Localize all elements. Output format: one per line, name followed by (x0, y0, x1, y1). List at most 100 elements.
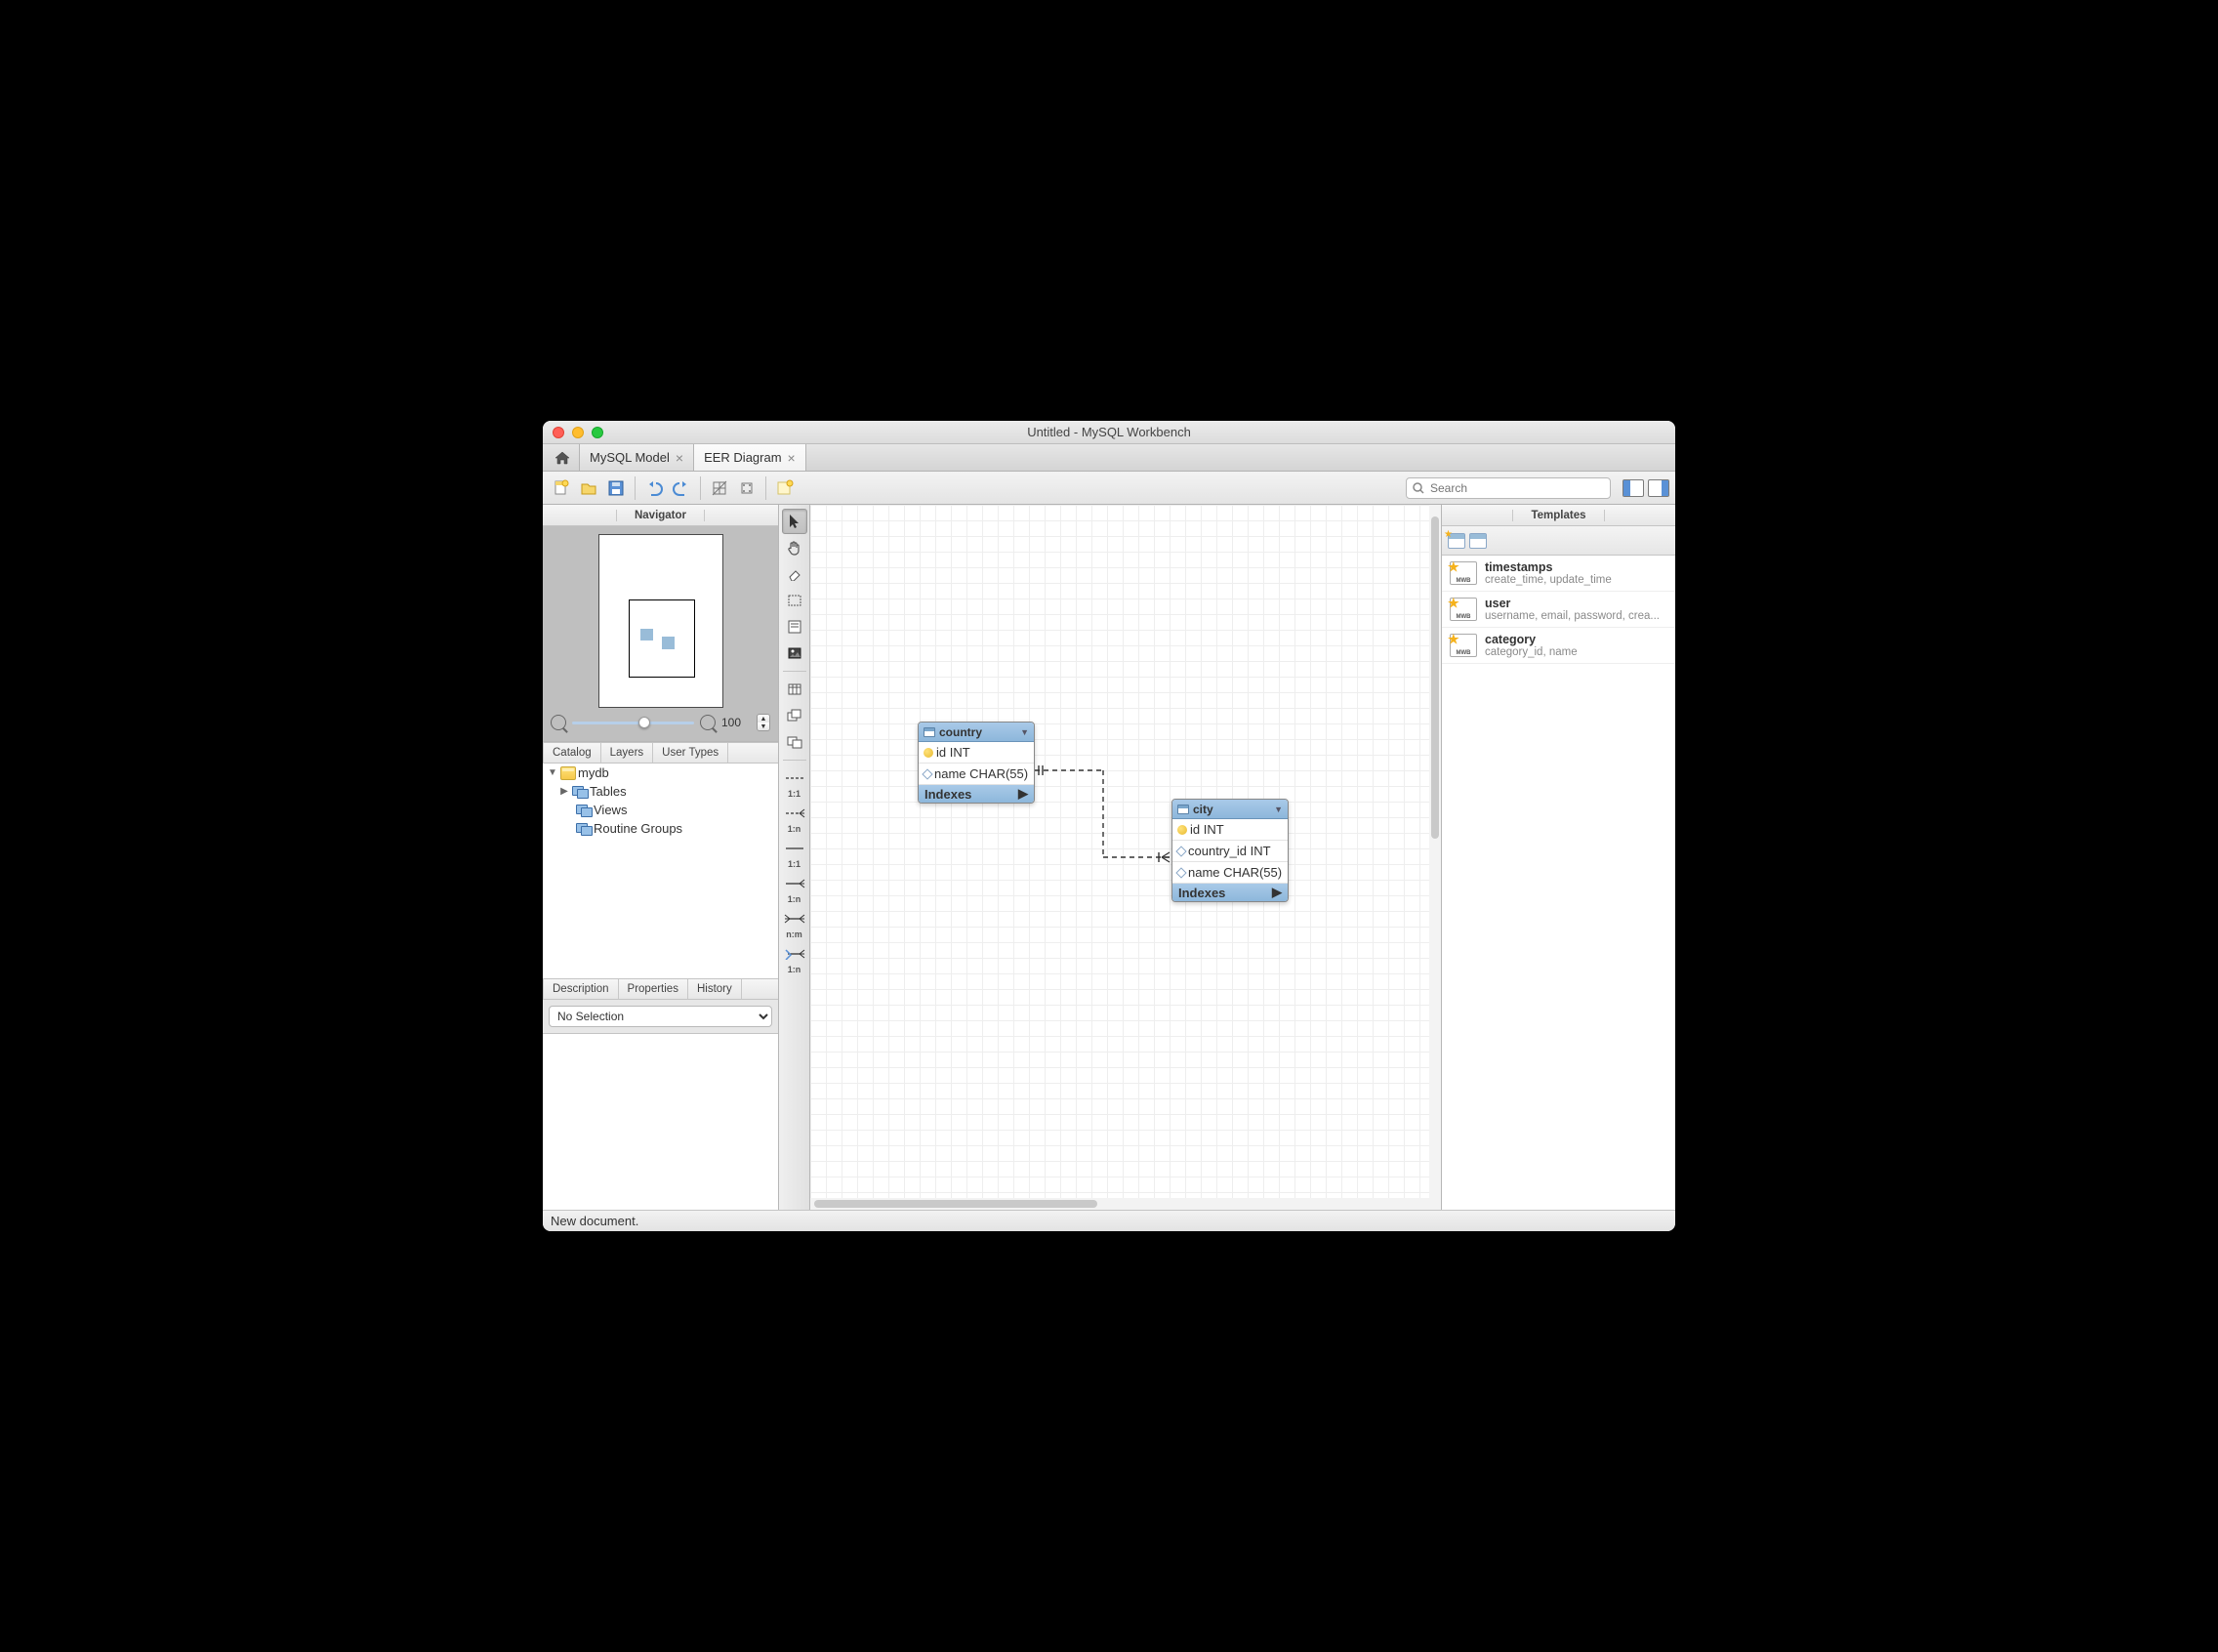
rel-existing-tool[interactable] (782, 941, 807, 967)
key-icon (1177, 825, 1187, 835)
new-note-button[interactable] (772, 475, 798, 501)
new-file-button[interactable] (549, 475, 574, 501)
rel-1-1-nonid-tool[interactable] (782, 765, 807, 791)
indexes-row[interactable]: Indexes▶ (919, 785, 1034, 803)
tab-history[interactable]: History (688, 979, 742, 999)
mini-entity (640, 629, 653, 640)
column-row[interactable]: country_id INT (1172, 841, 1288, 862)
save-file-button[interactable] (603, 475, 629, 501)
tab-layers[interactable]: Layers (601, 743, 654, 763)
mwb-icon: MWB (1450, 634, 1477, 657)
rel-label: 1:n (788, 824, 801, 834)
routine-tool[interactable] (782, 729, 807, 755)
page-thumbnail (598, 534, 723, 708)
entity-city[interactable]: city▼ id INT country_id INT name CHAR(55… (1171, 799, 1289, 902)
table-tool[interactable] (782, 677, 807, 702)
tree-item-views[interactable]: Views (543, 801, 778, 819)
entity-country[interactable]: country▼ id INT name CHAR(55) Indexes▶ (918, 722, 1035, 804)
open-template-button[interactable] (1469, 533, 1487, 549)
folder-icon (576, 823, 592, 835)
close-icon[interactable]: × (676, 450, 683, 466)
slider-thumb[interactable] (638, 717, 650, 728)
tab-description[interactable]: Description (543, 979, 619, 999)
zoom-out-icon[interactable] (551, 715, 566, 730)
view-tool[interactable] (782, 703, 807, 728)
navigator-tab[interactable]: Navigator (616, 510, 705, 521)
open-file-button[interactable] (576, 475, 601, 501)
template-toolbar: ★ (1442, 526, 1675, 556)
column-row[interactable]: id INT (919, 742, 1034, 764)
home-tab[interactable] (545, 444, 580, 471)
template-item-timestamps[interactable]: MWB timestampscreate_time, update_time (1442, 556, 1675, 592)
status-bar: New document. (543, 1210, 1675, 1231)
scroll-thumb[interactable] (814, 1200, 1097, 1208)
pointer-tool[interactable] (782, 509, 807, 534)
titlebar[interactable]: Untitled - MySQL Workbench (543, 421, 1675, 444)
rel-n-m-tool[interactable] (782, 906, 807, 931)
tab-catalog[interactable]: Catalog (543, 743, 601, 763)
diagram-canvas[interactable]: country▼ id INT name CHAR(55) Indexes▶ c… (810, 505, 1441, 1210)
collapse-icon[interactable]: ▼ (1020, 727, 1029, 737)
column-row[interactable]: id INT (1172, 819, 1288, 841)
rel-label: 1:1 (788, 859, 801, 869)
zoom-stepper[interactable]: ▲▼ (757, 714, 770, 731)
rel-label: 1:n (788, 894, 801, 904)
toggle-left-panel-button[interactable] (1622, 479, 1644, 497)
close-icon[interactable]: × (788, 450, 796, 466)
column-icon (922, 768, 932, 779)
search-box[interactable] (1406, 477, 1611, 499)
tree-item-db[interactable]: ▼mydb (543, 764, 778, 782)
scroll-thumb[interactable] (1431, 516, 1439, 839)
redo-button[interactable] (669, 475, 694, 501)
template-item-category[interactable]: MWB categorycategory_id, name (1442, 628, 1675, 664)
note-tool[interactable] (782, 614, 807, 640)
template-item-user[interactable]: MWB userusername, email, password, crea.… (1442, 592, 1675, 628)
zoom-in-icon[interactable] (700, 715, 716, 730)
folder-icon (572, 786, 588, 798)
main-toolbar (543, 472, 1675, 505)
table-icon (924, 727, 935, 737)
tree-item-tables[interactable]: ▶Tables (543, 782, 778, 801)
description-tabs: Description Properties History (543, 978, 778, 1000)
template-list: MWB timestampscreate_time, update_time M… (1442, 556, 1675, 1210)
search-input[interactable] (1430, 481, 1604, 495)
undo-button[interactable] (641, 475, 667, 501)
tab-eer-diagram[interactable]: EER Diagram × (694, 444, 806, 471)
toggle-right-panel-button[interactable] (1648, 479, 1669, 497)
right-sidebar: Templates ★ MWB timestampscreate_time, u… (1441, 505, 1675, 1210)
home-icon (554, 450, 571, 466)
indexes-row[interactable]: Indexes▶ (1172, 884, 1288, 901)
selection-dropdown[interactable]: No Selection (549, 1006, 772, 1027)
zoom-slider[interactable] (572, 722, 694, 724)
eraser-tool[interactable] (782, 561, 807, 587)
column-icon (1175, 846, 1186, 856)
collapse-icon[interactable]: ▼ (1274, 805, 1283, 814)
grid-toggle-button[interactable] (707, 475, 732, 501)
relationship-line[interactable] (1035, 764, 1176, 862)
vertical-scrollbar[interactable] (1429, 505, 1441, 1210)
align-toggle-button[interactable] (734, 475, 760, 501)
app-window: Untitled - MySQL Workbench MySQL Model ×… (543, 421, 1675, 1231)
tab-user-types[interactable]: User Types (653, 743, 728, 763)
new-template-button[interactable]: ★ (1448, 533, 1465, 549)
rel-1-n-id-tool[interactable] (782, 871, 807, 896)
tab-mysql-model[interactable]: MySQL Model × (580, 444, 694, 471)
status-text: New document. (551, 1214, 638, 1228)
rel-1-n-nonid-tool[interactable] (782, 801, 807, 826)
image-tool[interactable] (782, 640, 807, 666)
catalog-tree[interactable]: ▼mydb ▶Tables Views Routine Groups (543, 764, 778, 978)
catalog-tabs: Catalog Layers User Types (543, 742, 778, 764)
tab-label: EER Diagram (704, 450, 781, 465)
layer-tool[interactable] (782, 588, 807, 613)
templates-tab[interactable]: Templates (1512, 510, 1604, 521)
rel-1-1-id-tool[interactable] (782, 836, 807, 861)
column-row[interactable]: name CHAR(55) (1172, 862, 1288, 884)
horizontal-scrollbar[interactable] (810, 1198, 1429, 1210)
hand-tool[interactable] (782, 535, 807, 560)
tree-item-routines[interactable]: Routine Groups (543, 819, 778, 838)
column-row[interactable]: name CHAR(55) (919, 764, 1034, 785)
document-tabs: MySQL Model × EER Diagram × (543, 444, 1675, 472)
database-icon (560, 766, 576, 780)
tab-properties[interactable]: Properties (619, 979, 688, 999)
navigator-preview[interactable]: 100 ▲▼ (543, 526, 778, 742)
